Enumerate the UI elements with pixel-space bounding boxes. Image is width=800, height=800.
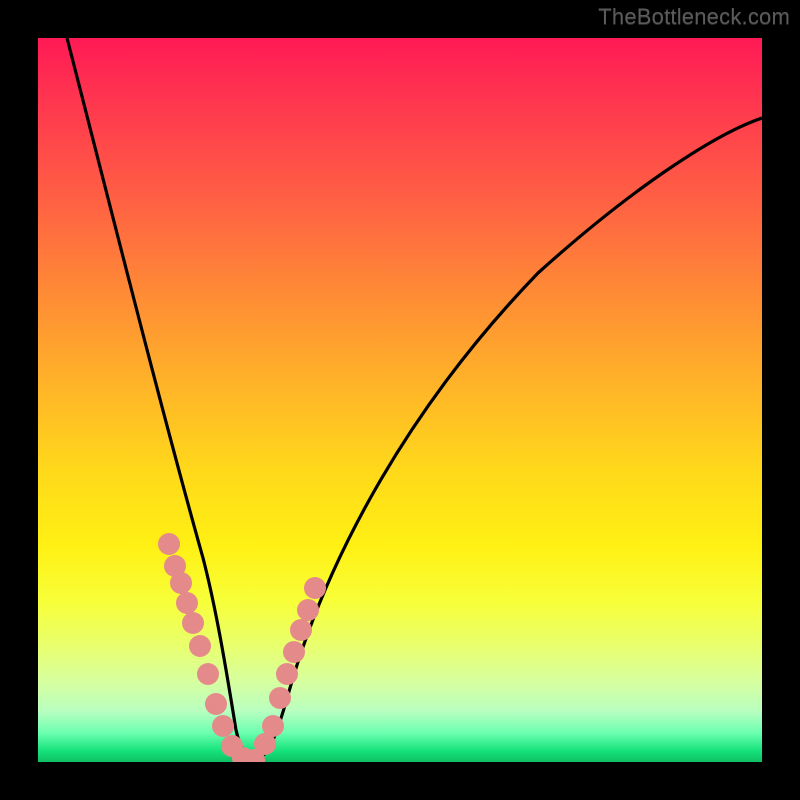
chart-svg (38, 38, 762, 762)
chart-frame: TheBottleneck.com (0, 0, 800, 800)
plot-area (38, 38, 762, 762)
dot-markers (158, 533, 326, 762)
watermark-text: TheBottleneck.com (598, 4, 790, 30)
bottleneck-curve (67, 38, 762, 758)
